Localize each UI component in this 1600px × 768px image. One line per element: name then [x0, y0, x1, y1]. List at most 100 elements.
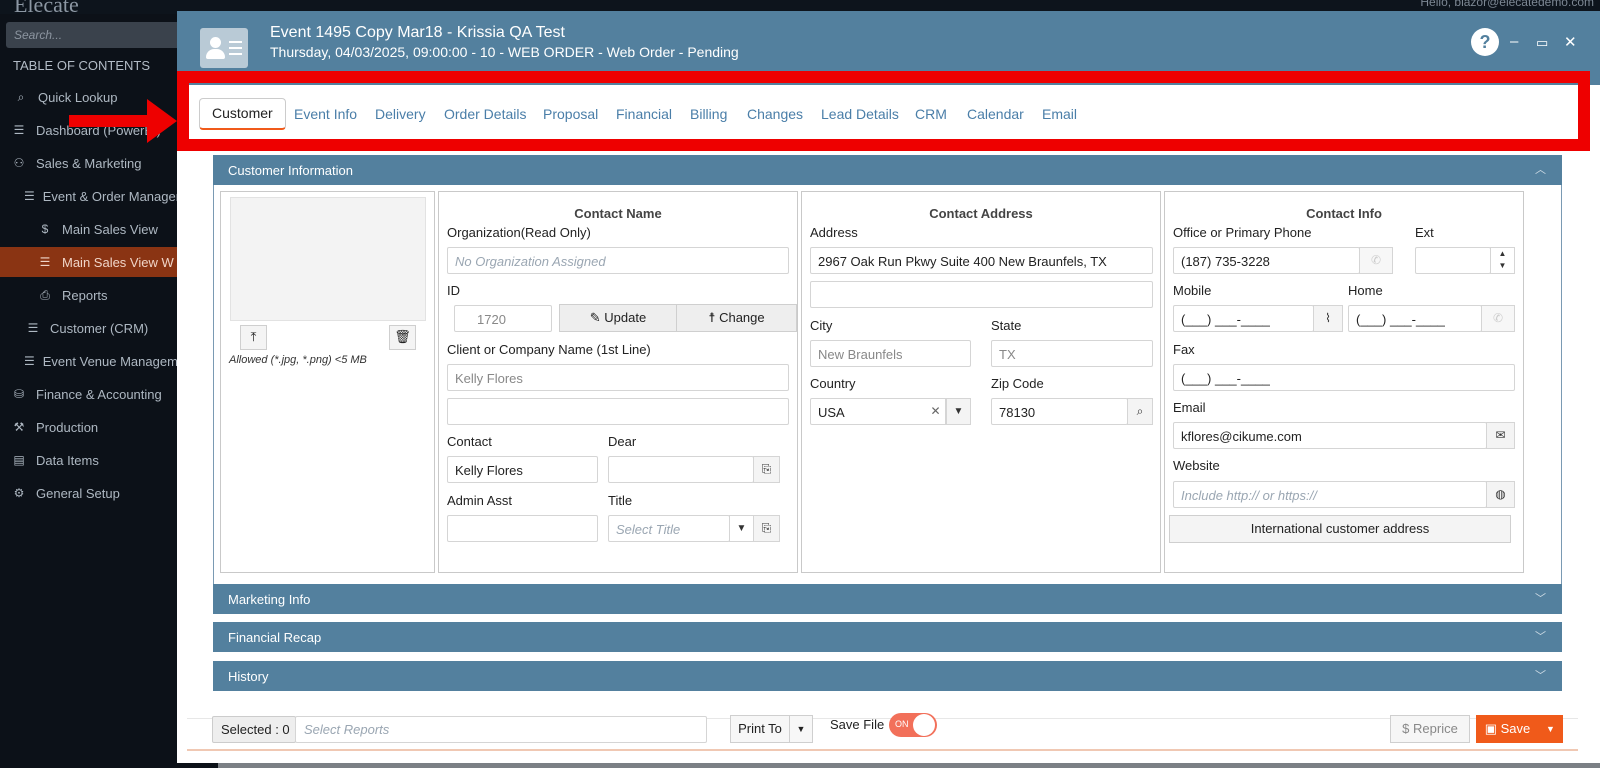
sidebar-item-data-items[interactable]: ▤ Data Items	[0, 445, 180, 475]
state-field[interactable]: TX	[991, 340, 1153, 367]
chevron-down-icon[interactable]: ▼	[789, 715, 813, 743]
dollar-icon: $	[1402, 721, 1414, 736]
zip-field[interactable]: 78130	[991, 398, 1128, 425]
trash-icon[interactable]: 🗑	[389, 325, 416, 350]
sidebar-item-customer-crm[interactable]: ☰ Customer (CRM)	[0, 313, 180, 343]
footer-bottom-accent	[187, 749, 1578, 751]
id-field[interactable]: 1720	[454, 305, 552, 332]
chevron-down-icon[interactable]: ▼	[946, 398, 971, 425]
title-select[interactable]: Select Title	[608, 515, 730, 542]
email-label: Email	[1173, 400, 1206, 415]
section-marketing-info[interactable]: Marketing Info ﹀	[213, 584, 1562, 614]
home-phone-field[interactable]: (___) ___-____	[1348, 305, 1482, 332]
settings-icon: ⚙	[13, 486, 25, 500]
sidebar-item-main-sales-view[interactable]: $ Main Sales View	[0, 214, 180, 244]
database-icon: ▤	[13, 453, 25, 467]
contact-address-title: Contact Address	[929, 206, 1033, 221]
pencil-icon: ✎	[589, 310, 605, 325]
address-field[interactable]: 2967 Oak Run Pkwy Suite 400 New Braunfel…	[810, 247, 1153, 274]
highlight-arrow	[69, 115, 153, 127]
address-label: Address	[810, 225, 858, 240]
sidebar-item-main-sales-view-w[interactable]: ☰ Main Sales View W	[0, 247, 180, 277]
modal-title: Event 1495 Copy Mar18 - Krissia QA Test	[270, 24, 565, 41]
globe-icon[interactable]: ◍	[1486, 481, 1515, 508]
sidebar-item-production[interactable]: ⚒ Production	[0, 412, 180, 442]
close-button[interactable]: ✕	[1564, 33, 1577, 51]
contact-address-panel: Contact Address Address 2967 Oak Run Pkw…	[801, 191, 1161, 573]
contact-name-panel: Contact Name Organization(Read Only) No …	[438, 191, 798, 573]
change-button[interactable]: ☨ Change	[676, 304, 797, 332]
sidebar-item-finance[interactable]: ⛁ Finance & Accounting	[0, 379, 180, 409]
sidebar-item-reports[interactable]: ⎙ Reports	[0, 280, 180, 310]
website-label: Website	[1173, 458, 1220, 473]
city-field[interactable]: New Braunfels	[810, 340, 971, 367]
rss-icon[interactable]: ⌇	[1313, 305, 1343, 332]
chevron-down-icon: ﹀	[1535, 670, 1546, 682]
section-history[interactable]: History ﹀	[213, 661, 1562, 691]
phone-field[interactable]: (187) 735-3228	[1173, 247, 1360, 274]
fax-label: Fax	[1173, 342, 1195, 357]
minimize-button[interactable]: –	[1510, 33, 1518, 50]
contact-card-icon	[200, 28, 248, 68]
chevron-down-icon: ﹀	[1535, 593, 1546, 605]
sidebar-item-sales-marketing[interactable]: ⚇ Sales & Marketing	[0, 148, 180, 178]
client-name-field[interactable]: Kelly Flores	[447, 364, 789, 391]
dear-field[interactable]	[608, 456, 754, 483]
save-file-toggle[interactable]: ON	[889, 713, 937, 737]
client-name-line2-field[interactable]	[447, 398, 789, 425]
mobile-label: Mobile	[1173, 283, 1212, 298]
upload-icon[interactable]: ⤒	[240, 325, 267, 350]
highlight-arrow-head	[147, 99, 177, 143]
sidebar-search-input[interactable]: Search...	[6, 22, 180, 48]
select-reports-input[interactable]: Select Reports	[295, 716, 707, 743]
contact-label: Contact	[447, 434, 492, 449]
dollar-icon: $	[41, 222, 49, 236]
help-icon[interactable]: ?	[1471, 28, 1499, 56]
event-modal: Event 1495 Copy Mar18 - Krissia QA Test …	[69, 11, 1600, 763]
phone-label: Office or Primary Phone	[1173, 225, 1312, 240]
save-options-chevron-icon[interactable]: ▼	[1538, 715, 1563, 743]
clear-icon[interactable]: ✕	[926, 398, 946, 425]
list-icon: ☰	[27, 321, 39, 335]
contact-field[interactable]: Kelly Flores	[447, 456, 598, 483]
country-label: Country	[810, 376, 856, 391]
toggle-knob	[913, 714, 935, 736]
international-address-button[interactable]: International customer address	[1169, 515, 1511, 543]
user-greeting: Hello, blazor@elecatedemo.com	[1420, 0, 1594, 9]
stepper-icon[interactable]: ▲ ▼	[1490, 247, 1515, 274]
ext-label: Ext	[1415, 225, 1434, 240]
phone-icon[interactable]: ✆	[1481, 305, 1515, 332]
website-field[interactable]: Include http:// or https://	[1173, 481, 1487, 508]
email-field[interactable]: kflores@cikume.com	[1173, 422, 1487, 449]
update-button[interactable]: ✎ Update	[559, 304, 677, 332]
sidebar-item-event-venue[interactable]: ☰Event Venue Management	[0, 346, 180, 376]
admin-asst-field[interactable]	[447, 515, 598, 542]
address-line2-field[interactable]	[810, 281, 1153, 308]
sidebar-item-general-setup[interactable]: ⚙ General Setup	[0, 478, 180, 508]
reprice-button[interactable]: $ Reprice	[1390, 715, 1470, 743]
sidebar-item-event-order[interactable]: ☰Event & Order Management	[0, 181, 180, 211]
zip-label: Zip Code	[991, 376, 1044, 391]
new-document-icon[interactable]: ⎘	[753, 456, 780, 483]
envelope-icon[interactable]: ✉	[1486, 422, 1515, 449]
modal-subtitle: Thursday, 04/03/2025, 09:00:00 - 10 - WE…	[270, 44, 739, 60]
print-to-button[interactable]: Print To	[730, 715, 790, 743]
organization-field[interactable]: No Organization Assigned	[447, 247, 789, 274]
mobile-field[interactable]: (___) ___-____	[1173, 305, 1314, 332]
save-button[interactable]: ▣ Save	[1476, 715, 1539, 743]
section-financial-recap[interactable]: Financial Recap ﹀	[213, 622, 1562, 652]
fax-field[interactable]: (___) ___-____	[1173, 364, 1515, 391]
section-customer-information[interactable]: Customer Information ︿	[213, 155, 1562, 185]
chevron-down-icon[interactable]: ▼	[729, 515, 754, 542]
maximize-button[interactable]: ▭	[1536, 35, 1548, 51]
floppy-icon: ▣	[1484, 721, 1501, 736]
people-icon: ⚇	[13, 156, 25, 170]
ext-field[interactable]	[1415, 247, 1491, 274]
bank-icon: ⛁	[13, 387, 25, 401]
new-document-icon[interactable]: ⎘	[753, 515, 780, 542]
highlight-box	[177, 71, 1590, 151]
phone-icon[interactable]: ✆	[1359, 247, 1393, 274]
search-icon[interactable]: ⌕	[1127, 398, 1153, 425]
dear-label: Dear	[608, 434, 637, 449]
save-file-label: Save File	[830, 717, 885, 732]
